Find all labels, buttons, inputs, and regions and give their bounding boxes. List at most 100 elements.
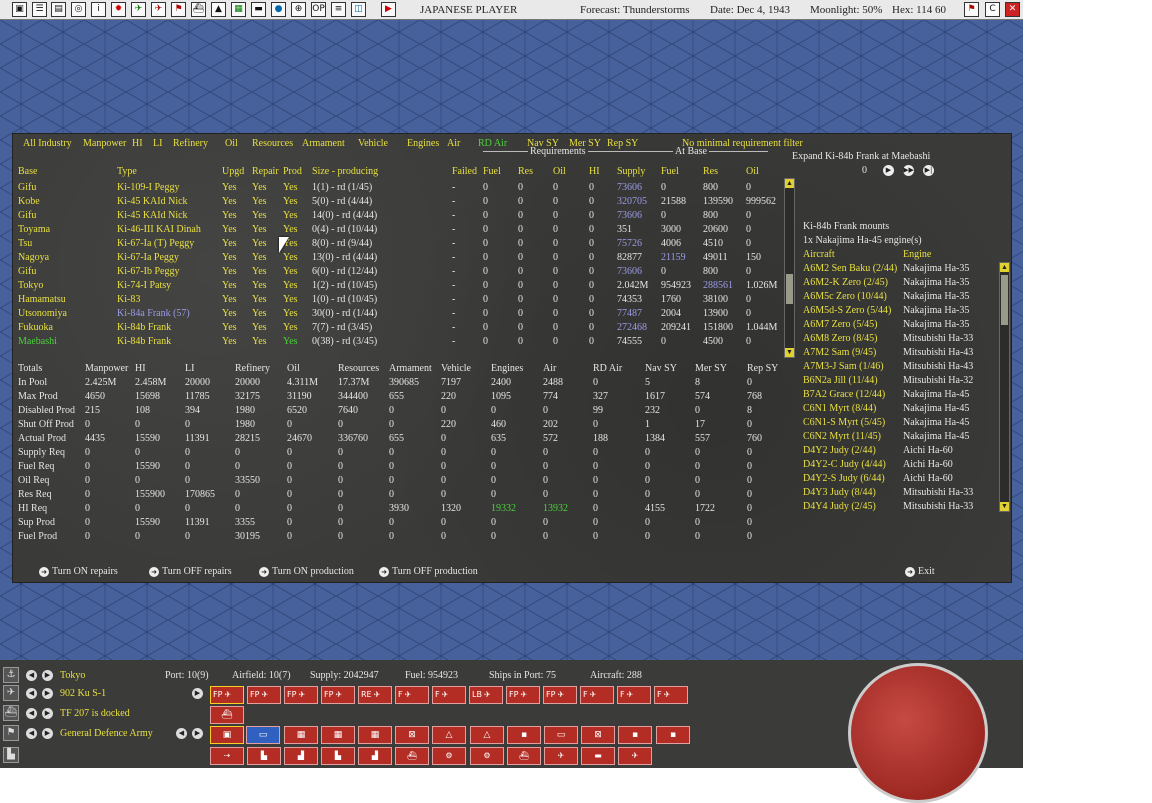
anchor-icon[interactable]: ⚓ xyxy=(3,667,19,683)
map-icon[interactable]: ▦ xyxy=(231,2,246,17)
industry-command-icon[interactable]: ▙ xyxy=(321,747,355,765)
air-unit-button[interactable]: FP ✈ xyxy=(210,686,244,704)
list-item[interactable]: A7M3-J Sam (1/46) Mitsubishi Ha-43 xyxy=(803,361,998,375)
list-item[interactable]: C6N1-S Myrt (5/45) Nakajima Ha-45 xyxy=(803,417,998,431)
list-item[interactable]: D4Y4 Judy (2/45) Mitsubishi Ha-33 xyxy=(803,501,998,515)
ship-list-icon[interactable]: ⛴ xyxy=(507,747,541,765)
air-unit-button[interactable]: F ✈ xyxy=(432,686,466,704)
aircraft-icon[interactable]: ✈ xyxy=(131,2,146,17)
table-row[interactable]: Tsu Ki-67-Ia (T) Peggy Yes Yes Yes 8(0) - rd … xyxy=(13,238,783,252)
filter-rd-air[interactable]: RD Air xyxy=(478,138,507,149)
flag-icon[interactable]: ✹ xyxy=(111,2,126,17)
table-row[interactable]: Toyama Ki-46-III KAI Dinah Yes Yes Yes 0(4) -… xyxy=(13,224,783,238)
air-unit-button[interactable]: F ✈ xyxy=(580,686,614,704)
air-unit-button[interactable]: FP ✈ xyxy=(321,686,355,704)
army-unit-3-button[interactable]: ▦ xyxy=(284,726,318,744)
plane-red-icon[interactable]: ✈ xyxy=(151,2,166,17)
c-icon[interactable]: C xyxy=(985,2,1000,17)
table-row[interactable]: Maebashi Ki-84b Frank Yes Yes Yes 0(38) - rd … xyxy=(13,336,783,350)
filter-air[interactable]: Air xyxy=(447,138,460,149)
air-unit-button[interactable]: FP ✈ xyxy=(506,686,540,704)
film-icon[interactable]: ▤ xyxy=(51,2,66,17)
air-unit-button[interactable]: FP ✈ xyxy=(247,686,281,704)
save-icon[interactable]: ▣ xyxy=(12,2,27,17)
air-group-scroll-icon[interactable]: ▶ xyxy=(192,688,203,699)
army-unit-9-button[interactable]: ▪ xyxy=(507,726,541,744)
table-row[interactable]: Gifu Ki-67-Ib Peggy Yes Yes Yes 6(0) - rd (12… xyxy=(13,266,783,280)
list-item[interactable]: D4Y2-C Judy (4/44) Aichi Ha-60 xyxy=(803,459,998,473)
op-button[interactable]: OP xyxy=(311,2,326,17)
army-unit-12-button[interactable]: ▪ xyxy=(618,726,652,744)
expand-next-icon[interactable]: ▶ xyxy=(883,165,894,176)
expand-fast-icon[interactable]: ▶▶ xyxy=(903,165,914,176)
factory-command-icon[interactable]: ▟ xyxy=(284,747,318,765)
table-row[interactable]: Nagoya Ki-67-Ia Peggy Yes Yes Yes 13(0) - rd … xyxy=(13,252,783,266)
army-unit-7-button[interactable]: △ xyxy=(432,726,466,744)
ship-icon[interactable]: ⛴ xyxy=(191,2,206,17)
base-row-icon[interactable]: ▙ xyxy=(3,747,19,763)
list-item[interactable]: A7M2 Sam (9/45) Mitsubishi Ha-43 xyxy=(803,347,998,361)
air-unit-button[interactable]: LB ✈ xyxy=(469,686,503,704)
filter-vehicle[interactable]: Vehicle xyxy=(358,138,388,149)
turn-on-production-button[interactable]: ➜ Turn ON production xyxy=(259,566,354,577)
table-row[interactable]: Hamamatsu Ki-83 Yes Yes Yes 1(0) - rd (10/45)… xyxy=(13,294,783,308)
filter-manpower[interactable]: Manpower xyxy=(83,138,126,149)
air-unit-button[interactable]: F ✈ xyxy=(395,686,429,704)
list-item[interactable]: D4Y2-S Judy (6/44) Aichi Ha-60 xyxy=(803,473,998,487)
refinery-command-icon[interactable]: ▟ xyxy=(358,747,392,765)
army-unit-4-button[interactable]: ▦ xyxy=(321,726,355,744)
scroll-thumb[interactable] xyxy=(786,274,793,304)
ship-row-icon[interactable]: ⛴ xyxy=(3,705,19,721)
filter-rep-sy[interactable]: Rep SY xyxy=(607,138,638,149)
filter-all-industry[interactable]: All Industry xyxy=(23,138,72,149)
next-tf-icon[interactable]: ▶ xyxy=(42,708,53,719)
list-item[interactable]: A6M2-K Zero (2/45) Nakajima Ha-35 xyxy=(803,277,998,291)
list-item[interactable]: A6M8 Zero (8/45) Mitsubishi Ha-33 xyxy=(803,333,998,347)
sub-list-icon[interactable]: ▬ xyxy=(581,747,615,765)
table-row[interactable]: Tokyo Ki-74-I Patsy Yes Yes Yes 1(2) - rd (10… xyxy=(13,280,783,294)
tape-icon[interactable]: ◎ xyxy=(71,2,86,17)
sub-icon[interactable]: ▬ xyxy=(251,2,266,17)
army-unit-button[interactable]: ▣ xyxy=(210,726,244,744)
next-base-icon[interactable]: ▶ xyxy=(42,670,53,681)
army-unit-11-button[interactable]: ⊠ xyxy=(581,726,615,744)
filter-hi[interactable]: HI xyxy=(132,138,143,149)
shipyard-command-icon[interactable]: ⛴ xyxy=(395,747,429,765)
table-row[interactable]: Gifu Ki-45 KAId Nick Yes Yes Yes 14(0) - rd (… xyxy=(13,210,783,224)
table-row[interactable]: Fukuoka Ki-84b Frank Yes Yes Yes 7(7) - rd (3… xyxy=(13,322,783,336)
list-scroll-thumb[interactable] xyxy=(1001,275,1008,325)
air-group-name[interactable]: 902 Ku S-1 xyxy=(60,688,106,699)
army-unit-8-button[interactable]: △ xyxy=(470,726,504,744)
turn-off-repairs-button[interactable]: ➜ Turn OFF repairs xyxy=(149,566,232,577)
list-icon[interactable]: ≡ xyxy=(331,2,346,17)
army-unit-6-button[interactable]: ⊠ xyxy=(395,726,429,744)
air-unit-button[interactable]: FP ✈ xyxy=(543,686,577,704)
air-unit-button[interactable]: F ✈ xyxy=(617,686,651,704)
list-item[interactable]: A6M2 Sen Baku (2/44) Nakajima Ha-35 xyxy=(803,263,998,277)
scroll-down-icon[interactable]: ▼ xyxy=(785,348,794,357)
window-icon[interactable]: ◫ xyxy=(351,2,366,17)
next-air-group-icon[interactable]: ▶ xyxy=(42,688,53,699)
filter-engines[interactable]: Engines xyxy=(407,138,439,149)
air-transport-icon[interactable]: ✈ xyxy=(618,747,652,765)
scroll-up-icon[interactable]: ▲ xyxy=(785,179,794,188)
filter-resources[interactable]: Resources xyxy=(252,138,293,149)
list-scroll-up-icon[interactable]: ▲ xyxy=(1000,263,1009,272)
list-item[interactable]: C6N2 Myrt (11/45) Nakajima Ha-45 xyxy=(803,431,998,445)
end-turn-icon[interactable]: ▶ xyxy=(381,2,396,17)
list-item[interactable]: A6M5d-S Zero (5/44) Nakajima Ha-35 xyxy=(803,305,998,319)
filter-armament[interactable]: Armament xyxy=(302,138,345,149)
list-item[interactable]: D4Y3 Judy (8/44) Mitsubishi Ha-33 xyxy=(803,487,998,501)
ship-unit-button[interactable]: ⛴ xyxy=(210,706,244,724)
merchant-repair-icon[interactable]: ⚙ xyxy=(470,747,504,765)
filter-oil[interactable]: Oil xyxy=(225,138,238,149)
list-item[interactable]: C6N1 Myrt (8/44) Nakajima Ha-45 xyxy=(803,403,998,417)
close-icon[interactable]: ✕ xyxy=(1005,2,1020,17)
army-name[interactable]: General Defence Army xyxy=(60,728,153,739)
air-unit-button[interactable]: RE ✈ xyxy=(358,686,392,704)
terrain-icon[interactable]: ▲ xyxy=(211,2,226,17)
globe-icon[interactable]: ● xyxy=(271,2,286,17)
aircraft-scrollbar[interactable]: ▲ ▼ xyxy=(999,262,1010,512)
army-next-icon[interactable]: ▶ xyxy=(192,728,203,739)
city-command-icon[interactable]: ▙ xyxy=(247,747,281,765)
